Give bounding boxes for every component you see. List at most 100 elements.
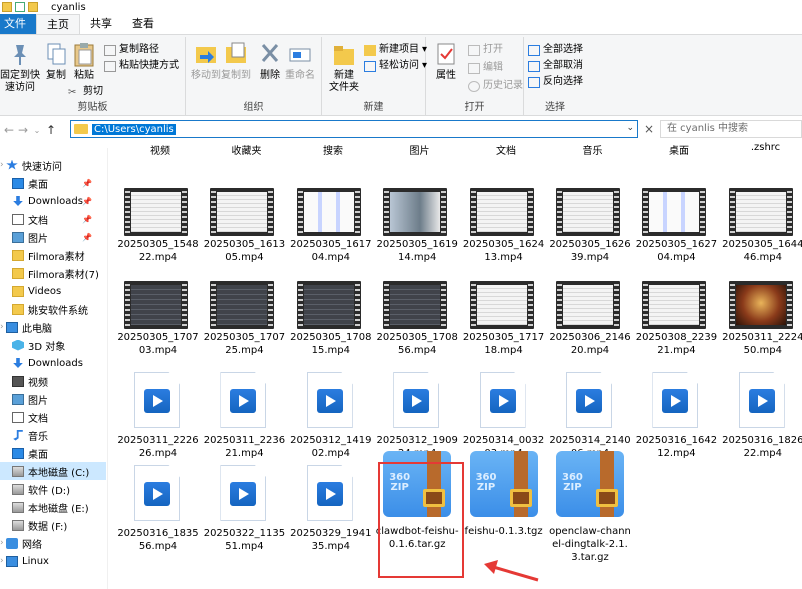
file-item[interactable]: 20250305_161305.mp4 [202, 186, 286, 276]
chevron-right-icon[interactable]: › [0, 538, 4, 548]
chevron-down-icon[interactable]: ⌄ [30, 126, 44, 135]
file-item[interactable]: 20250312_141902.mp4 [289, 372, 373, 462]
file-item[interactable]: 20250305_171718.mp4 [462, 279, 546, 369]
chevron-down-icon[interactable]: ⌄ [626, 123, 634, 133]
file-item[interactable]: 360 ZIP openclaw-channel-dingtalk-2.1.3.t… [548, 451, 632, 563]
nav-item[interactable]: 音乐 [0, 426, 106, 444]
rename-icon [288, 41, 312, 67]
file-item[interactable]: 20250305_170815.mp4 [289, 279, 373, 369]
nav-item[interactable]: › 快速访问 [0, 156, 106, 174]
group-select: 全部选择 全部取消 反向选择 选择 [524, 37, 586, 115]
folder-item[interactable]: .zshrc [726, 142, 802, 153]
nav-item[interactable]: 3D 对象 [0, 336, 106, 354]
back-arrow-icon[interactable]: ← [2, 123, 16, 137]
paste-shortcut-button[interactable]: 粘贴快捷方式 [104, 59, 179, 73]
nav-item[interactable]: 桌面 [0, 444, 106, 462]
file-item[interactable]: 20250306_214620.mp4 [548, 279, 632, 369]
nav-item[interactable]: Downloads 📌 [0, 192, 106, 210]
nav-item-label: Filmora素材(7) [28, 269, 99, 281]
nav-item[interactable]: Filmora素材 [0, 246, 106, 264]
nav-item[interactable]: Downloads [0, 354, 106, 372]
select-all-button[interactable]: 全部选择 [528, 43, 583, 57]
file-item[interactable]: 20250305_170703.mp4 [116, 279, 200, 369]
file-item[interactable]: 20250305_162704.mp4 [634, 186, 718, 276]
properties-button[interactable]: 属性 [426, 41, 466, 82]
address-input[interactable]: C:\Users\cyanlis ⌄ [70, 120, 638, 138]
nav-item[interactable]: 姚安软件系统 [0, 300, 106, 318]
rename-button[interactable]: 重命名 [280, 41, 320, 82]
file-item[interactable]: 20250311_222626.mp4 [116, 372, 200, 462]
easy-access-button[interactable]: 轻松访问 ▾ [364, 59, 427, 73]
nav-item[interactable]: 图片 [0, 390, 106, 408]
nav-item[interactable]: › 此电脑 [0, 318, 106, 336]
chevron-right-icon[interactable]: › [0, 160, 4, 170]
up-arrow-icon[interactable]: ↑ [44, 123, 58, 137]
invert-selection-button[interactable]: 反向选择 [528, 75, 583, 89]
file-item[interactable]: 20250305_170856.mp4 [375, 279, 459, 369]
file-item[interactable]: 20250305_162413.mp4 [462, 186, 546, 276]
file-item[interactable]: 20250312_190924.mp4 [375, 372, 459, 462]
checkmark-icon[interactable] [15, 2, 25, 12]
edit-button[interactable]: 编辑 [468, 61, 503, 75]
file-item[interactable]: 20250329_194135.mp4 [289, 465, 373, 555]
nav-item[interactable]: 本地磁盘 (C:) [0, 462, 106, 480]
folder-item[interactable]: 收藏夹 [207, 142, 287, 157]
folder-item[interactable]: 图片 [380, 142, 460, 157]
select-none-button[interactable]: 全部取消 [528, 59, 583, 73]
nav-item[interactable]: Filmora素材(7) [0, 264, 106, 282]
folder-icon[interactable] [28, 2, 38, 12]
folder-item[interactable]: 音乐 [553, 142, 633, 157]
history-button[interactable]: 历史记录 [468, 79, 523, 93]
file-item[interactable]: 20250305_164446.mp4 [721, 186, 802, 276]
new-item-button[interactable]: 新建项目 ▾ [364, 43, 427, 57]
nav-item[interactable]: 图片 📌 [0, 228, 106, 246]
file-item[interactable]: 20250305_161704.mp4 [289, 186, 373, 276]
file-item[interactable]: 20250305_162639.mp4 [548, 186, 632, 276]
file-item[interactable]: 20250322_113551.mp4 [202, 465, 286, 555]
nav-item[interactable]: › Linux [0, 552, 106, 570]
chevron-right-icon[interactable]: › [0, 322, 4, 332]
nav-item[interactable]: 文档 📌 [0, 210, 106, 228]
file-item[interactable]: 20250316_182622.mp4 [721, 372, 802, 462]
nav-item[interactable]: 软件 (D:) [0, 480, 106, 498]
file-item[interactable]: 20250305_154822.mp4 [116, 186, 200, 276]
tab-home[interactable]: 主页 [36, 14, 80, 34]
cut-button[interactable]: ✂ 剪切 [68, 85, 103, 99]
nav-item[interactable]: 视频 [0, 372, 106, 390]
video-thumbnail [469, 188, 534, 236]
paste-button[interactable]: 粘贴 [64, 41, 104, 82]
nav-item[interactable]: Videos [0, 282, 106, 300]
file-item[interactable]: 20250305_161914.mp4 [375, 186, 459, 276]
file-item[interactable]: 20250314_214006.mp4 [548, 372, 632, 462]
nav-item[interactable]: 本地磁盘 (E:) [0, 498, 106, 516]
folder-item[interactable]: 搜索 [293, 142, 373, 157]
file-item[interactable]: 20250314_003203.mp4 [462, 372, 546, 462]
tab-file[interactable]: 文件 [0, 14, 36, 34]
folder-item[interactable]: 文档 [466, 142, 546, 157]
file-item[interactable]: 20250305_170725.mp4 [202, 279, 286, 369]
pin-quick-access-button[interactable]: 固定到快 速访问 [0, 41, 40, 94]
nav-item[interactable]: 数据 (F:) [0, 516, 106, 534]
file-item[interactable]: 20250316_183556.mp4 [116, 465, 200, 555]
file-item[interactable]: 20250311_222450.mp4 [721, 279, 802, 369]
tab-share[interactable]: 共享 [80, 14, 122, 34]
copy-path-button[interactable]: 复制路径 [104, 43, 159, 57]
nav-item[interactable]: 桌面 📌 [0, 174, 106, 192]
folder-item[interactable]: 视频 [120, 142, 200, 157]
forward-arrow-icon[interactable]: → [16, 123, 30, 137]
folder-item[interactable]: 桌面 [639, 142, 719, 157]
chevron-right-icon[interactable]: › [0, 556, 4, 566]
file-name: 20250305_162413.mp4 [462, 239, 545, 263]
file-item[interactable]: 360 ZIP feishu-0.1.3.tgz [462, 451, 546, 555]
file-item[interactable]: 20250308_223921.mp4 [634, 279, 718, 369]
file-item[interactable]: 20250311_223621.mp4 [202, 372, 286, 462]
search-input[interactable]: 在 cyanlis 中搜索 [660, 120, 802, 138]
open-button[interactable]: 打开 [468, 43, 503, 57]
tab-view[interactable]: 查看 [122, 14, 164, 34]
nav-item[interactable]: 文档 [0, 408, 106, 426]
nav-item[interactable]: › 网络 [0, 534, 106, 552]
file-item[interactable]: 20250316_164212.mp4 [634, 372, 718, 462]
highlight-box [378, 462, 464, 578]
close-icon[interactable]: × [640, 120, 658, 138]
new-folder-button[interactable]: 新建 文件夹 [324, 41, 364, 94]
